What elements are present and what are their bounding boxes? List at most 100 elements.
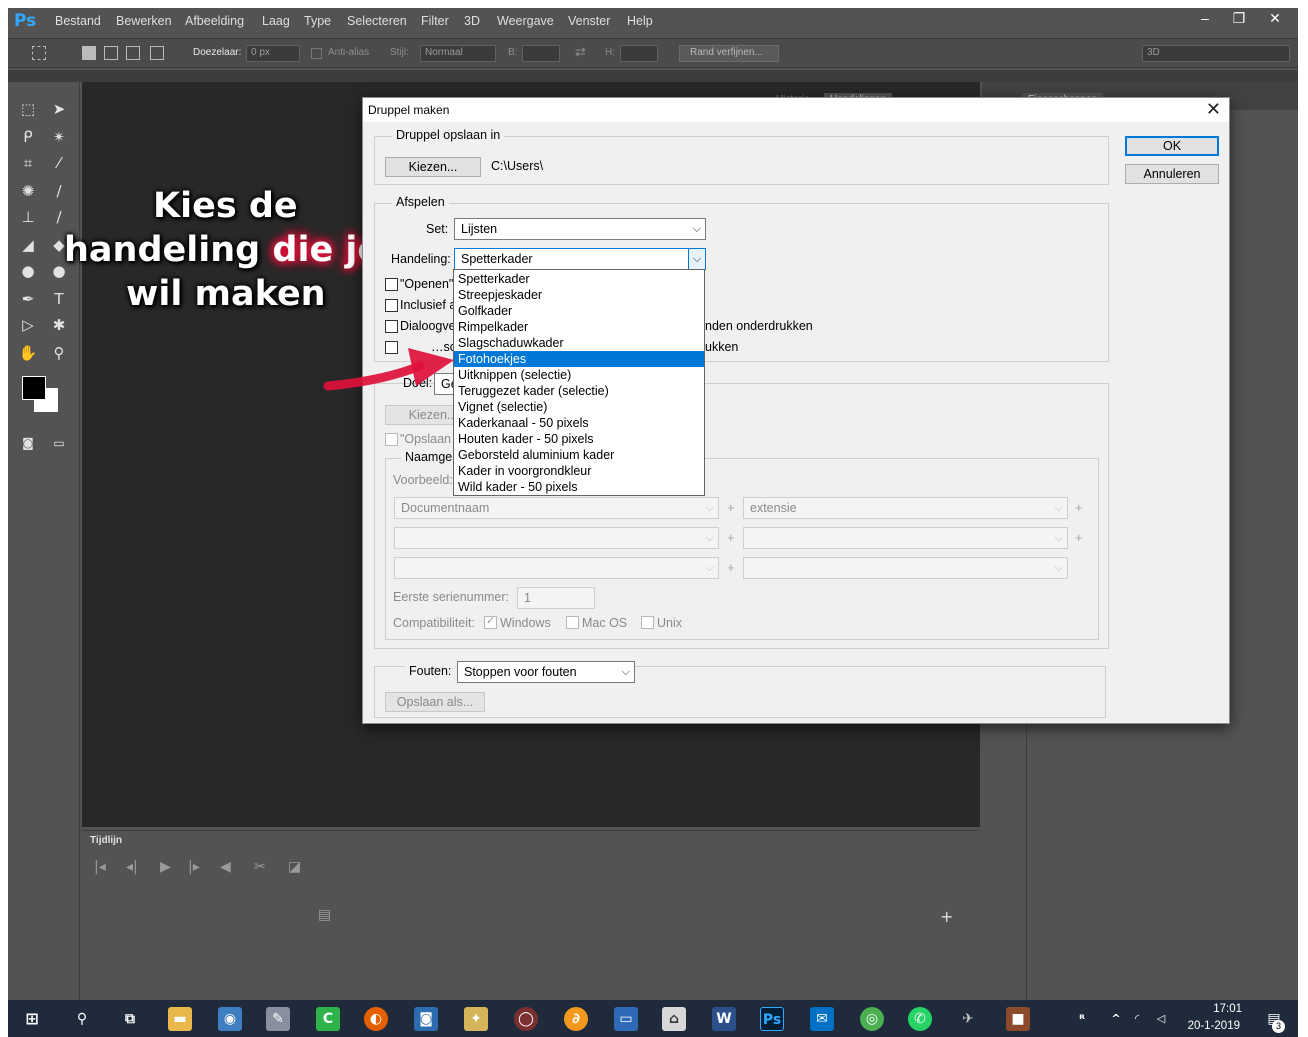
rect-marquee-icon[interactable]: ⬚ — [17, 98, 39, 120]
compat-mac-checkbox[interactable] — [566, 616, 579, 629]
dialog-close-icon[interactable]: ✕ — [1206, 99, 1221, 120]
add-track-icon[interactable]: + — [940, 907, 953, 926]
menu-afbeelding[interactable]: Afbeelding — [185, 14, 244, 28]
errors-select[interactable]: Stoppen voor fouten ⌵ — [457, 661, 635, 683]
swap-icon[interactable]: ⇄ — [575, 44, 586, 60]
split-icon[interactable]: ✂ — [254, 859, 266, 875]
restore-button[interactable]: ❐ — [1222, 8, 1256, 30]
move-icon[interactable]: ➤ — [48, 98, 70, 120]
compat-windows-checkbox[interactable] — [484, 614, 497, 629]
wifi-icon[interactable]: ◜ — [1128, 1007, 1146, 1031]
dropdown-item-selected[interactable]: Fotohoekjes — [454, 351, 704, 367]
dropdown-item[interactable]: Kaderkanaal - 50 pixels — [454, 415, 704, 431]
serial-input[interactable]: 1 — [517, 587, 595, 609]
height-input[interactable] — [620, 45, 658, 62]
app-icon[interactable]: ▭ — [614, 1007, 638, 1031]
menu-venster[interactable]: Venster — [568, 14, 610, 28]
set-select[interactable]: Lijsten ⌵ — [454, 218, 706, 240]
start-icon[interactable]: ⊞ — [20, 1007, 44, 1031]
override-save-checkbox[interactable] — [385, 433, 398, 446]
dropdown-item[interactable]: Rimpelkader — [454, 319, 704, 335]
task-view-icon[interactable]: ⧉ — [118, 1007, 142, 1031]
app-icon[interactable]: ∂ — [564, 1007, 588, 1031]
override-open-checkbox[interactable] — [385, 278, 398, 291]
dropdown-item[interactable]: Vignet (selectie) — [454, 399, 704, 415]
workspace-select[interactable]: 3D — [1142, 45, 1290, 62]
app-icon[interactable]: ✈ — [956, 1007, 980, 1031]
screen-mode-icon[interactable]: ▭ — [48, 432, 70, 454]
menu-bestand[interactable]: Bestand — [55, 14, 101, 28]
volume-icon[interactable]: ◁ — [1150, 1007, 1172, 1031]
audio-icon[interactable]: ◀ — [220, 859, 231, 875]
batman-icon[interactable]: ✦ — [464, 1007, 488, 1031]
menu-type[interactable]: Type — [304, 14, 331, 28]
feather-input[interactable]: 0 px — [246, 45, 300, 62]
dropdown-item[interactable]: Kader in voorgrondkleur — [454, 463, 704, 479]
outlook-icon[interactable]: ✉ — [810, 1007, 834, 1031]
quick-mask-icon[interactable]: ◙ — [17, 432, 39, 454]
compat-unix-checkbox[interactable] — [641, 616, 654, 629]
clock-time[interactable]: 17:01 — [1213, 1003, 1242, 1015]
dropdown-item[interactable]: Teruggezet kader (selectie) — [454, 383, 704, 399]
search-icon[interactable]: ⚲ — [70, 1007, 94, 1031]
save-as-button[interactable]: Opslaan als... — [385, 692, 485, 712]
menu-filter[interactable]: Filter — [421, 14, 449, 28]
new-selection-icon[interactable] — [82, 46, 96, 60]
dropdown-item[interactable]: Wild kader - 50 pixels — [454, 479, 704, 495]
dropdown-item[interactable]: Slagschaduwkader — [454, 335, 704, 351]
pen-icon[interactable]: ✒ — [17, 288, 39, 310]
style-select[interactable]: Normaal — [420, 45, 496, 62]
blur-icon[interactable]: ● — [17, 260, 39, 282]
menu-weergave[interactable]: Weergave — [497, 14, 554, 28]
action-select[interactable]: Spetterkader ⌵ — [454, 248, 706, 270]
crop-icon[interactable]: ⌗ — [17, 152, 39, 174]
refine-edge-button[interactable]: Rand verfijnen... — [679, 45, 779, 62]
film-icon[interactable]: ▤ — [318, 907, 331, 923]
include-subfolders-checkbox[interactable] — [385, 299, 398, 312]
name-field-1[interactable]: Documentnaam ⌵ — [394, 497, 719, 519]
menu-selecteren[interactable]: Selecteren — [347, 14, 407, 28]
healing-brush-icon[interactable]: ✺ — [17, 180, 39, 202]
transition-icon[interactable]: ◪ — [288, 859, 301, 875]
dropdown-item[interactable]: Streepjeskader — [454, 287, 704, 303]
hand-icon[interactable]: ✋ — [17, 342, 39, 364]
next-frame-icon[interactable]: |▸ — [188, 859, 200, 875]
file-explorer-icon[interactable]: ▬ — [168, 1007, 192, 1031]
subtract-selection-icon[interactable] — [126, 46, 140, 60]
whatsapp-icon[interactable]: ✆ — [908, 1007, 932, 1031]
menu-laag[interactable]: Laag — [262, 14, 290, 28]
ok-button[interactable]: OK — [1125, 136, 1219, 156]
menu-3d[interactable]: 3D — [464, 14, 480, 28]
clone-stamp-icon[interactable]: ⊥ — [17, 206, 39, 228]
camtasia-icon[interactable]: C — [316, 1007, 340, 1031]
menu-bewerken[interactable]: Bewerken — [116, 14, 172, 28]
dropdown-item[interactable]: Geborsteld aluminium kader — [454, 447, 704, 463]
app-icon[interactable]: ◯ — [514, 1007, 538, 1031]
choose-save-location-button[interactable]: Kiezen... — [385, 157, 481, 177]
dropdown-item[interactable]: Spetterkader — [454, 271, 704, 287]
add-selection-icon[interactable] — [104, 46, 118, 60]
app-icon[interactable]: ■ — [1006, 1007, 1030, 1031]
eraser-icon[interactable]: ◢ — [17, 234, 39, 256]
brush-icon[interactable]: ∕ — [48, 180, 70, 202]
firefox-icon[interactable]: ◐ — [364, 1007, 388, 1031]
name-field-5[interactable]: ⌵ — [394, 557, 719, 579]
first-frame-icon[interactable]: |◂ — [94, 859, 106, 875]
zoom-icon[interactable]: ⚲ — [48, 342, 70, 364]
play-icon[interactable]: ▶ — [160, 859, 171, 875]
chrome-icon[interactable]: ◎ — [860, 1007, 884, 1031]
name-field-2[interactable]: extensie ⌵ — [743, 497, 1068, 519]
dropdown-item[interactable]: Golfkader — [454, 303, 704, 319]
custom-shape-icon[interactable]: ✱ — [48, 314, 70, 336]
clock-date[interactable]: 20-1-2019 — [1188, 1020, 1240, 1032]
intersect-selection-icon[interactable] — [150, 46, 164, 60]
app-icon[interactable]: ◉ — [218, 1007, 242, 1031]
dropdown-item[interactable]: Uitknippen (selectie) — [454, 367, 704, 383]
word-icon[interactable]: ◙ — [414, 1007, 438, 1031]
wp-icon[interactable]: W — [712, 1007, 736, 1031]
name-field-4[interactable]: ⌵ — [743, 527, 1068, 549]
minimize-button[interactable]: – — [1188, 8, 1222, 30]
history-brush-icon[interactable]: ∕ — [48, 206, 70, 228]
eyedropper-icon[interactable]: ⁄ — [48, 152, 70, 174]
paint-icon[interactable]: ✎ — [266, 1007, 290, 1031]
